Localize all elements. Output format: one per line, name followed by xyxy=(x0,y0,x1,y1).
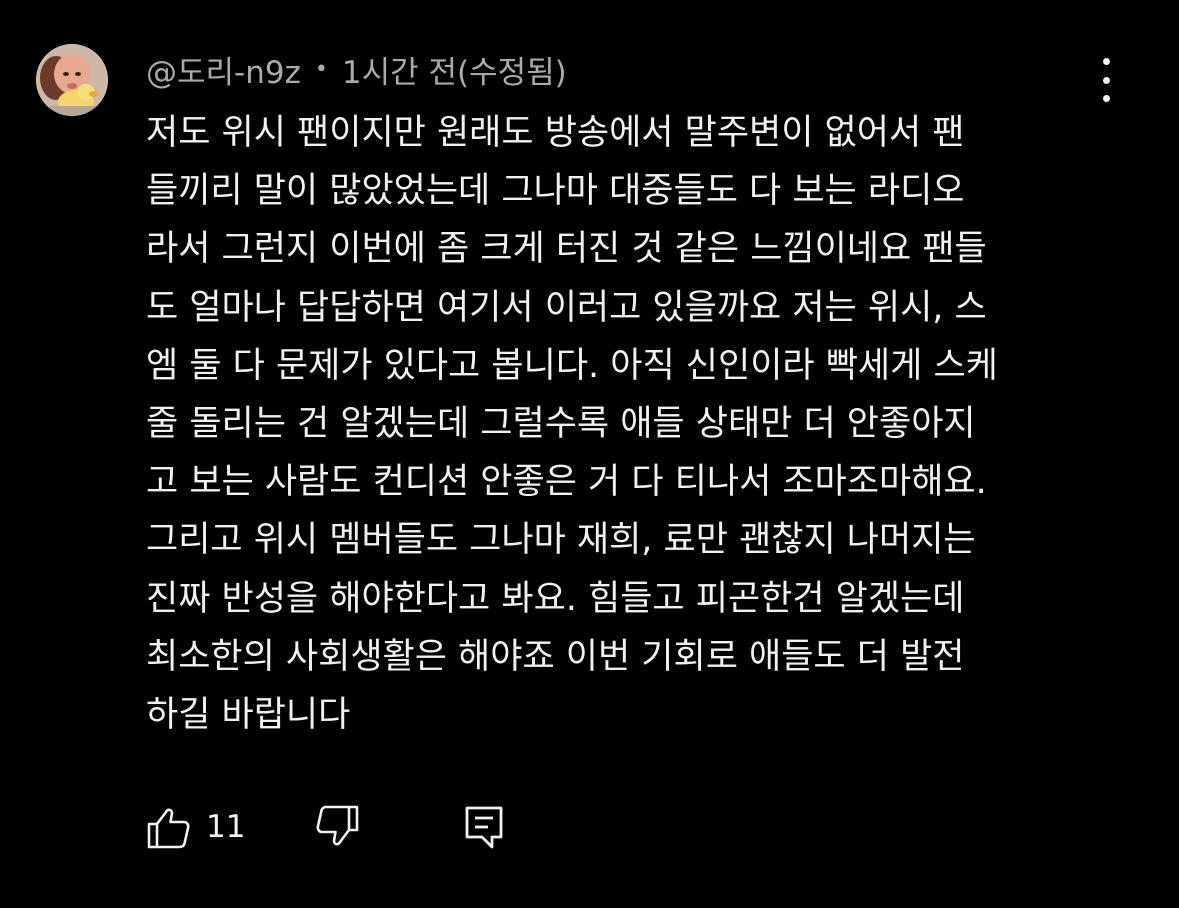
comment-header: @도리-n9z • 1시간 전(수정됨) xyxy=(146,47,567,91)
comment-actions: 11 xyxy=(146,800,504,854)
more-vertical-icon xyxy=(1102,58,1110,65)
reply-button[interactable] xyxy=(464,804,504,850)
like-count: 11 xyxy=(206,809,246,845)
thumbs-down-icon xyxy=(316,805,359,846)
comment-text: 저도 위시 팬이지만 원래도 방송에서 말주변이 없어서 팬 들끼리 말이 많았… xyxy=(146,113,998,736)
dislike-button[interactable] xyxy=(314,804,464,850)
thumbs-up-icon xyxy=(147,808,190,849)
more-vertical-icon-dot xyxy=(1102,95,1110,102)
author-name[interactable]: @도리-n9z xyxy=(146,47,301,92)
more-vertical-icon-dot xyxy=(1102,76,1110,84)
comment-thread: @도리-n9z • 1시간 전(수정됨) 저도 위시 팬이지만 원래도 방송에서… xyxy=(0,0,1179,908)
avatar-image xyxy=(36,44,108,116)
more-options-button[interactable] xyxy=(1086,58,1126,102)
reply-comment-icon xyxy=(465,806,503,849)
header-separator: • xyxy=(314,56,328,82)
like-button[interactable]: 11 xyxy=(146,804,286,850)
avatar[interactable] xyxy=(36,44,108,116)
comment-timestamp[interactable]: 1시간 전(수정됨) xyxy=(342,47,567,92)
